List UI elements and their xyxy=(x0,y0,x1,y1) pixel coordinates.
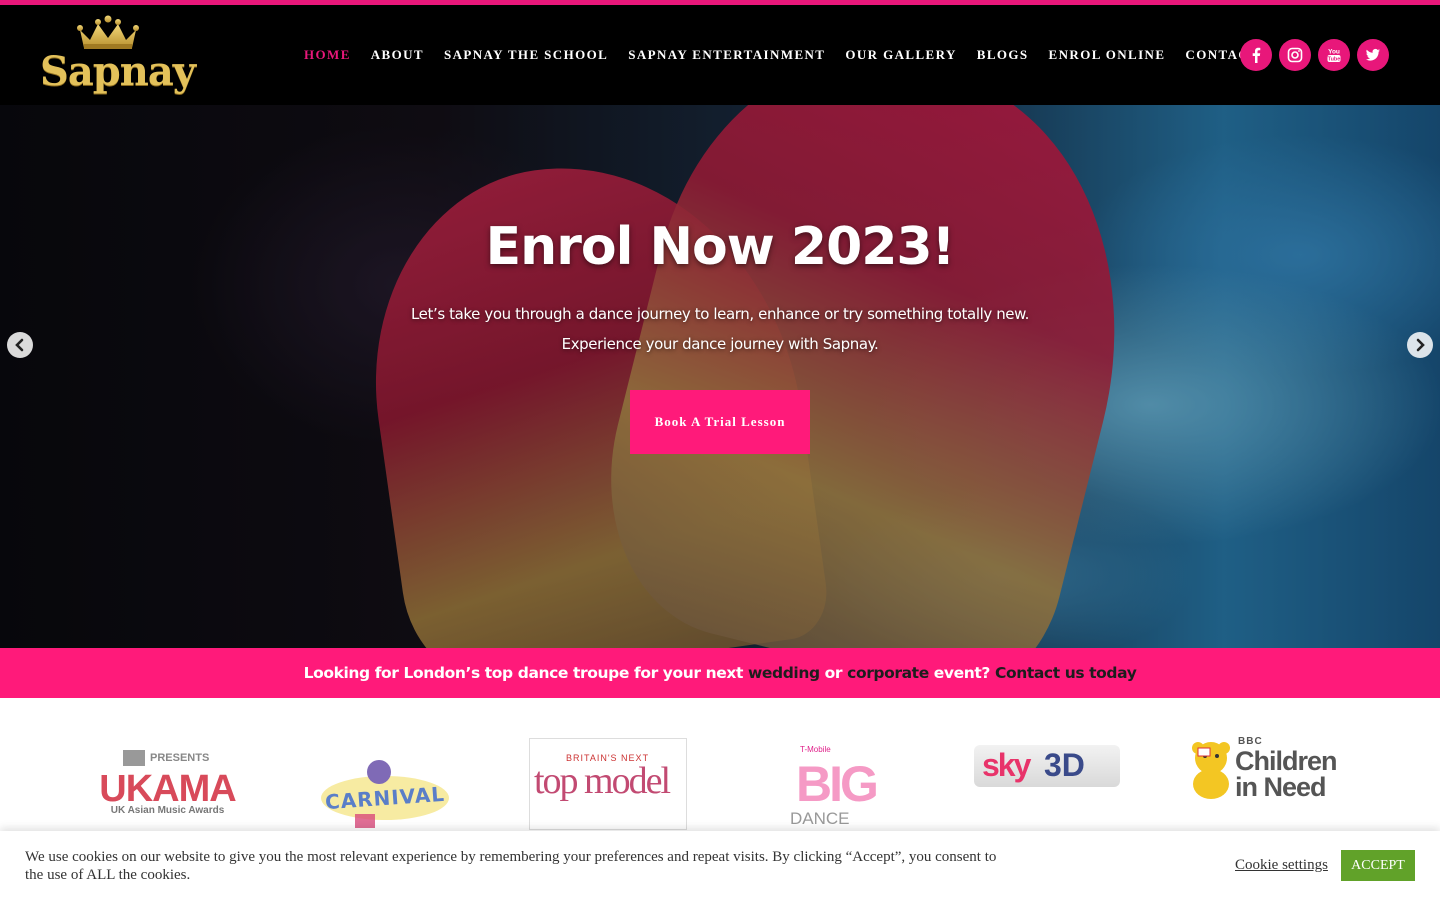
partner-logos: PRESENTS UKAMA UK Asian Music Awards CAR… xyxy=(0,698,1440,833)
children-in-need-logo: BBC Children in Need xyxy=(1188,736,1353,802)
youtube-icon[interactable]: You Tube xyxy=(1318,39,1350,71)
crown-icon xyxy=(77,15,139,49)
slider-prev-button[interactable] xyxy=(7,332,33,358)
cookie-accept-button[interactable]: ACCEPT xyxy=(1341,850,1415,881)
hero-subtitle: Let’s take you through a dance journey t… xyxy=(410,305,1029,353)
nav-about[interactable]: ABOUT xyxy=(371,47,424,63)
contact-banner: Looking for London’s top dance troupe fo… xyxy=(0,648,1440,698)
svg-text:Tube: Tube xyxy=(1328,57,1341,63)
pudsey-bear-icon xyxy=(1192,742,1230,799)
britains-next-top-model-logo: BRITAIN'S NEXT top model xyxy=(529,738,687,830)
book-trial-lesson-button[interactable]: Book A Trial Lesson xyxy=(630,390,810,454)
banner-text: Looking for London’s top dance troupe fo… xyxy=(303,664,748,682)
nav-blogs[interactable]: BLOGS xyxy=(977,47,1029,63)
corporate-link[interactable]: corporate xyxy=(847,664,929,682)
nav-home[interactable]: HOME xyxy=(304,47,351,63)
hero-title: Enrol Now 2023! xyxy=(485,217,956,277)
wedding-link[interactable]: wedding xyxy=(748,664,820,682)
nav-sapnay-entertainment[interactable]: SAPNAY ENTERTAINMENT xyxy=(628,47,825,63)
cookie-consent-bar: We use cookies on our website to give yo… xyxy=(0,831,1440,900)
contact-us-link[interactable]: Contact us today xyxy=(995,664,1137,682)
slider-next-button[interactable] xyxy=(1407,332,1433,358)
banner-text: event? xyxy=(928,664,995,682)
ukama-logo: PRESENTS UKAMA UK Asian Music Awards xyxy=(99,750,237,816)
nav-sapnay-the-school[interactable]: SAPNAY THE SCHOOL xyxy=(444,47,608,63)
nav-enrol-online[interactable]: ENROL ONLINE xyxy=(1049,47,1166,63)
nav-our-gallery[interactable]: OUR GALLERY xyxy=(845,47,956,63)
social-links: You Tube xyxy=(1240,39,1389,71)
chevron-right-icon xyxy=(1416,338,1425,352)
sapnay-logo[interactable]: Sapnay xyxy=(40,10,196,100)
twitter-icon[interactable] xyxy=(1357,39,1389,71)
cookie-message: We use cookies on our website to give yo… xyxy=(25,849,997,883)
main-nav: HOME ABOUT SAPNAY THE SCHOOL SAPNAY ENTE… xyxy=(304,5,1279,105)
svg-text:You: You xyxy=(1328,49,1340,56)
banner-text: or xyxy=(819,664,848,682)
carnival-logo: CARNIVAL xyxy=(315,756,455,830)
logo-wordmark: Sapnay xyxy=(40,48,196,95)
site-header: Sapnay HOME ABOUT SAPNAY THE SCHOOL SAPN… xyxy=(0,5,1440,105)
big-dance-logo: T-Mobile BIG DANCE xyxy=(790,745,879,828)
chevron-left-icon xyxy=(15,338,24,352)
instagram-icon[interactable] xyxy=(1279,39,1311,71)
sky-3d-logo: sky 3D xyxy=(974,745,1120,787)
facebook-icon[interactable] xyxy=(1240,39,1272,71)
hero-slider: Enrol Now 2023! Let’s take you through a… xyxy=(0,105,1440,648)
cookie-settings-link[interactable]: Cookie settings xyxy=(1235,857,1328,874)
